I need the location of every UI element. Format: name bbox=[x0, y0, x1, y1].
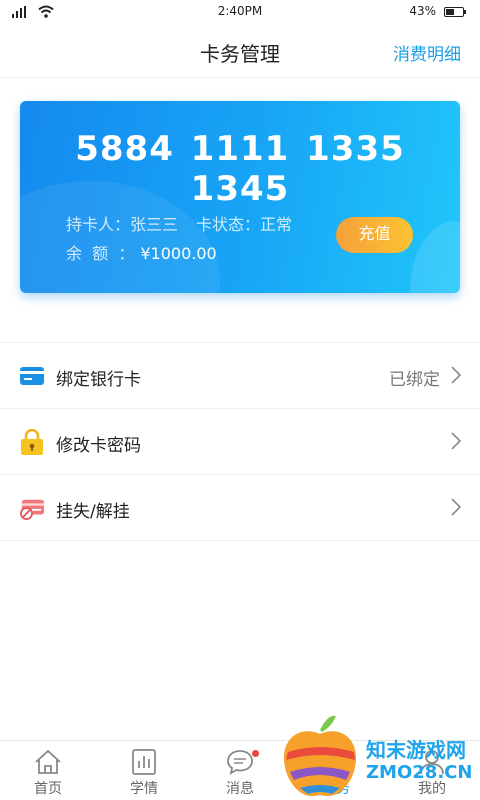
menu-item-value: 已绑定 bbox=[389, 370, 440, 390]
card-number: 5884 1111 1335 1345 bbox=[75, 129, 405, 209]
battery-percent: 43% bbox=[409, 4, 436, 18]
status-time: 2:40PM bbox=[217, 4, 263, 18]
holder-name: 张三三 bbox=[130, 215, 179, 234]
tab-label: 消息 bbox=[226, 781, 254, 797]
tab-label: 首页 bbox=[34, 781, 62, 797]
report-loss-icon bbox=[20, 499, 44, 520]
watermark: 知末游戏网 ZMO28.CN bbox=[280, 712, 480, 800]
watermark-text-1: 知末游戏网 bbox=[366, 738, 466, 762]
lock-icon bbox=[21, 429, 43, 455]
status-bar: 2:40PM 43% bbox=[0, 0, 480, 24]
message-icon bbox=[227, 750, 253, 775]
card-menu-list: 绑定银行卡 已绑定 修改卡密码 挂失/解挂 bbox=[0, 342, 480, 541]
tab-learning[interactable]: 学情 bbox=[96, 741, 192, 800]
tab-home[interactable]: 首页 bbox=[0, 741, 96, 800]
menu-item-change-password[interactable]: 修改卡密码 bbox=[0, 409, 480, 475]
balance-line: 余 额 ： ¥1000.00 bbox=[66, 240, 217, 264]
chevron-right-icon bbox=[451, 432, 462, 450]
recharge-button[interactable]: 充值 bbox=[336, 217, 413, 253]
nav-header: 卡务管理 消费明细 bbox=[0, 24, 480, 78]
card-holder-line: 持卡人：张三三 卡状态：正常 bbox=[66, 211, 292, 235]
menu-item-label: 挂失/解挂 bbox=[56, 502, 130, 522]
consumption-detail-link[interactable]: 消费明细 bbox=[393, 40, 461, 65]
tab-messages[interactable]: 消息 bbox=[192, 741, 288, 800]
bank-card-icon bbox=[20, 367, 44, 385]
card-status-label: 卡状态： bbox=[196, 215, 261, 234]
chevron-right-icon bbox=[451, 366, 462, 384]
card-decoration bbox=[410, 221, 460, 293]
campus-card: 5884 1111 1335 1345 持卡人：张三三 卡状态：正常 余 额 ： ¥… bbox=[20, 101, 460, 293]
home-icon bbox=[35, 749, 61, 774]
unread-badge bbox=[252, 750, 259, 757]
battery-icon bbox=[444, 7, 466, 17]
menu-item-label: 绑定银行卡 bbox=[56, 370, 141, 390]
menu-item-label: 修改卡密码 bbox=[56, 436, 141, 456]
balance-label: 余 额 ： bbox=[66, 244, 135, 263]
holder-label: 持卡人： bbox=[66, 215, 131, 234]
card-status-value: 正常 bbox=[260, 215, 293, 234]
watermark-logo bbox=[284, 715, 356, 797]
watermark-text-2: ZMO28.CN bbox=[366, 762, 473, 783]
menu-item-report-loss[interactable]: 挂失/解挂 bbox=[0, 475, 480, 541]
tab-label: 学情 bbox=[130, 781, 158, 797]
menu-item-bind-bank-card[interactable]: 绑定银行卡 已绑定 bbox=[0, 343, 480, 409]
chart-icon bbox=[132, 749, 156, 775]
balance-value: ¥1000.00 bbox=[140, 244, 217, 263]
chevron-right-icon bbox=[451, 498, 462, 516]
